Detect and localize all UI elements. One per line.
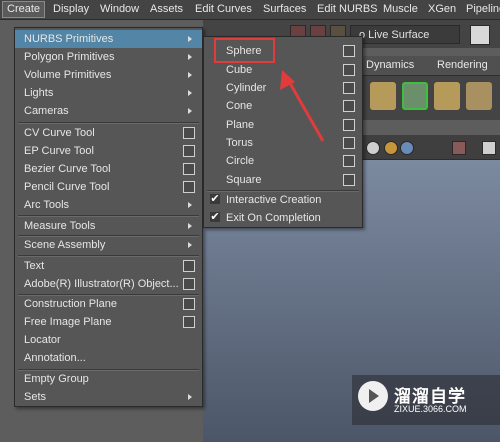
play-logo-icon	[358, 381, 388, 411]
watermark-url: ZIXUE.3066.COM	[394, 404, 467, 414]
